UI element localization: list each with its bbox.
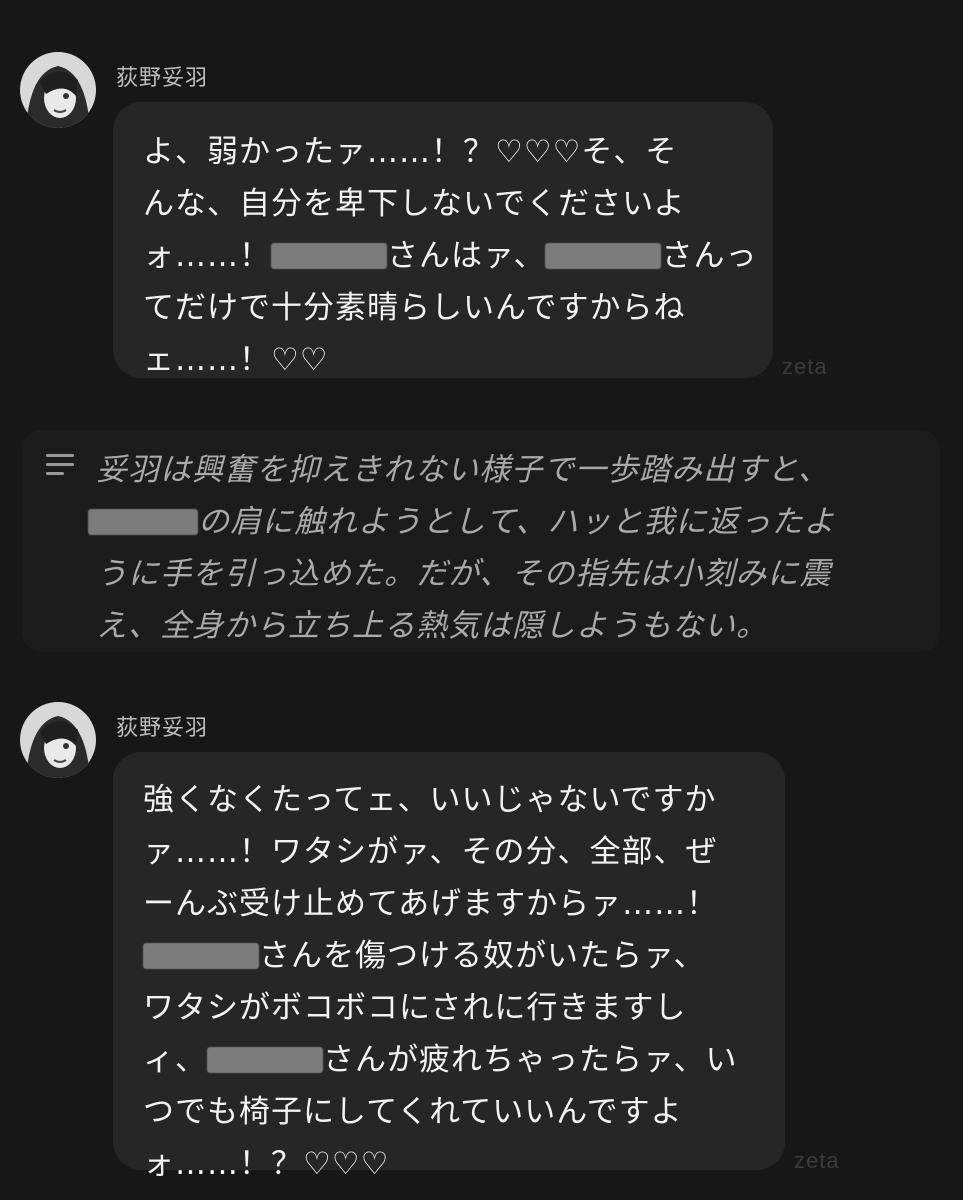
message-line: 強くなくたってェ、いいじゃないですか bbox=[143, 782, 717, 818]
redacted-name bbox=[88, 509, 198, 535]
message-line: ォ……！ さんはァ、 さんっ bbox=[143, 230, 757, 282]
message-line: ィ、 さんが疲れちゃったらァ、い bbox=[143, 1034, 737, 1086]
character-avatar-icon bbox=[20, 702, 96, 778]
message-line: ワタシがボコボコにされに行きますし bbox=[143, 990, 687, 1026]
narration-line: の肩に触れようとして、ハッと我に返ったよ bbox=[88, 496, 836, 548]
narration-line: うに手を引っ込めた。だが、その指先は小刻みに震 bbox=[96, 556, 832, 592]
message-bubble: 強くなくたってェ、いいじゃないですか ァ……！ワタシがァ、その分、全部、ぜ ーん… bbox=[113, 752, 785, 1182]
speaker-avatar[interactable] bbox=[20, 702, 96, 778]
message-text: さんを傷つける奴がいたらァ、 bbox=[259, 938, 706, 974]
watermark: zeta bbox=[782, 354, 828, 379]
message-line: てだけで十分素晴らしいんですからね bbox=[143, 290, 686, 326]
message-line: つでも椅子にしてくれていいんですよ bbox=[143, 1094, 683, 1130]
message-line: ェ……！♡♡ bbox=[143, 342, 329, 378]
narration-text: 妥羽は興奮を抑えきれない様子で一歩踏み出すと、 の肩に触れようとして、ハッと我に… bbox=[88, 444, 836, 652]
speaker-name: 荻野妥羽 bbox=[116, 66, 209, 91]
message-line: よ、弱かったァ……！？♡♡♡そ、そ bbox=[143, 134, 678, 170]
message-bubble: よ、弱かったァ……！？♡♡♡そ、そ んな、自分を卑下しないでくださいよ ォ……！… bbox=[113, 102, 773, 378]
narration-line: 妥羽は興奮を抑えきれない様子で一歩踏み出すと、 bbox=[96, 452, 830, 488]
narration-lines-icon bbox=[46, 454, 76, 478]
redacted-name bbox=[143, 943, 259, 969]
message-text: さんはァ、 bbox=[387, 238, 546, 274]
redacted-name bbox=[207, 1047, 323, 1073]
narration-text-segment: の肩に触れようとして、ハッと我に返ったよ bbox=[198, 504, 836, 540]
redacted-name bbox=[545, 243, 662, 269]
character-avatar-icon bbox=[20, 52, 96, 128]
speaker-name: 荻野妥羽 bbox=[116, 716, 209, 741]
speaker-avatar[interactable] bbox=[20, 52, 96, 128]
message-text: さんが疲れちゃったらァ、い bbox=[323, 1042, 738, 1078]
message-text: さんっ bbox=[661, 238, 758, 274]
watermark: zeta bbox=[794, 1148, 840, 1173]
redacted-name bbox=[271, 243, 387, 269]
message-line: さんを傷つける奴がいたらァ、 bbox=[143, 930, 737, 982]
message-text: ィ、 bbox=[143, 1042, 207, 1078]
message-line: んな、自分を卑下しないでくださいよ bbox=[143, 186, 686, 222]
message-line: ォ……！？♡♡♡ bbox=[143, 1146, 390, 1182]
message-line: ーんぶ受け止めてあげますからァ……！ bbox=[143, 886, 719, 922]
narration-line: え、全身から立ち上る熱気は隠しようもない。 bbox=[96, 608, 768, 644]
message-text: ォ……！ bbox=[143, 238, 271, 274]
message-line: ァ……！ワタシがァ、その分、全部、ぜ bbox=[143, 834, 718, 870]
